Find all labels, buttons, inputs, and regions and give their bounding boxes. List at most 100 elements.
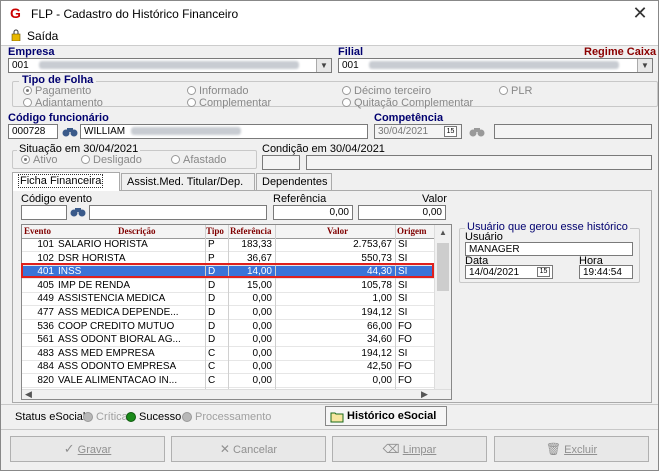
codigo-evento-input[interactable] [21, 205, 67, 220]
radio-quitacao-complementar[interactable]: Quitação Complementar [342, 97, 473, 109]
cell-descricao: SALARIO HORISTA [58, 239, 148, 250]
cell-evento: 477 [37, 307, 54, 318]
limpar-button[interactable]: ⌫ Limpar [332, 436, 487, 462]
radio-plr[interactable]: PLR [499, 85, 532, 97]
title-bar: G FLP - Cadastro do Histórico Financeiro… [1, 1, 658, 27]
col-descricao-header[interactable]: Descrição [118, 226, 155, 236]
radio-desligado[interactable]: Desligado [81, 154, 142, 166]
chevron-down-icon[interactable]: ▼ [316, 59, 331, 72]
condicao-code-field [262, 155, 300, 170]
col-evento-header[interactable]: Evento [24, 226, 51, 236]
radio-informado[interactable]: Informado [187, 85, 249, 97]
calendar-icon[interactable]: 15 [537, 267, 550, 277]
grid-horizontal-scrollbar[interactable]: ◀ ▶ [22, 389, 451, 399]
referencia-label: Referência [273, 193, 327, 205]
cell-tipo: C [208, 361, 216, 373]
window: G FLP - Cadastro do Histórico Financeiro… [0, 0, 659, 471]
radio-complementar[interactable]: Complementar [187, 97, 271, 109]
status-sucesso-icon [126, 412, 136, 422]
scroll-left-icon[interactable]: ◀ [25, 389, 32, 399]
gravar-button[interactable]: ✓ Gravar [10, 436, 165, 462]
cell-evento: 561 [37, 334, 54, 346]
cell-tipo: C [208, 375, 216, 386]
funcionario-label: Código funcionário [8, 112, 109, 124]
condicao-desc-field [306, 155, 652, 170]
chevron-down-icon[interactable]: ▼ [637, 59, 652, 72]
historico-esocial-button[interactable]: Histórico eSocial [325, 406, 447, 426]
cell-descricao: ASS MEDICA DEPENDE... [58, 307, 179, 318]
cell-descricao: IMP DE RENDA [58, 279, 131, 291]
radio-selected-icon [21, 155, 30, 164]
check-icon: ✓ [63, 441, 75, 456]
radio-icon [499, 86, 508, 95]
calendar-icon[interactable]: 15 [444, 126, 457, 137]
status-critica-label: Crítica [96, 411, 128, 423]
eraser-icon: ⌫ [382, 442, 400, 456]
grid-vertical-scrollbar[interactable]: ▲ [434, 225, 451, 389]
cancelar-button[interactable]: ✕ Cancelar [171, 436, 326, 462]
cell-referencia: 0,00 [252, 307, 272, 318]
cell-valor: 2.753,67 [353, 239, 392, 250]
radio-icon [342, 86, 351, 95]
cell-evento: 820 [37, 375, 54, 386]
radio-afastado[interactable]: Afastado [171, 154, 226, 166]
tipo-folha-group [12, 81, 658, 107]
funcionario-code-input[interactable]: 000728 [8, 124, 58, 139]
cell-valor: 194,12 [361, 347, 392, 359]
referencia-input[interactable]: 0,00 [273, 205, 353, 220]
regime-caixa-label: Regime Caixa [584, 46, 657, 58]
valor-input[interactable]: 0,00 [358, 205, 446, 220]
cell-evento: 483 [37, 347, 54, 359]
col-referencia-header[interactable]: Referência [230, 226, 271, 236]
scroll-up-icon[interactable]: ▲ [439, 228, 447, 237]
binoculars-icon[interactable] [61, 124, 79, 139]
col-tipo-header[interactable]: Tipo [206, 226, 224, 236]
scroll-thumb[interactable] [437, 243, 449, 291]
cell-origem: SI [398, 239, 408, 250]
cell-evento: 536 [37, 320, 54, 332]
menu-saida[interactable]: Saída [27, 29, 58, 43]
valor-label: Valor [422, 193, 447, 205]
folder-icon [330, 412, 344, 423]
radio-selected-icon [23, 86, 32, 95]
historico-esocial-label: Histórico eSocial [347, 410, 437, 422]
cell-tipo: D [208, 279, 216, 291]
radio-adiantamento[interactable]: Adiantamento [23, 97, 103, 109]
scroll-right-icon[interactable]: ▶ [421, 389, 428, 399]
highlight-box [21, 263, 434, 278]
cell-evento: 101 [37, 239, 54, 250]
cell-origem: FO [398, 320, 412, 332]
col-origem-header[interactable]: Origem [397, 226, 427, 236]
radio-decimo-terceiro[interactable]: Décimo terceiro [342, 85, 431, 97]
cancel-icon: ✕ [219, 442, 230, 456]
tab-dependentes[interactable]: Dependentes [256, 173, 332, 190]
cell-evento: 405 [37, 279, 54, 291]
radio-icon [187, 86, 196, 95]
binoculars-icon[interactable] [468, 124, 488, 139]
cell-descricao: VALE ALIMENTACAO IN... [58, 375, 178, 386]
status-critica-icon [83, 412, 93, 422]
filial-label: Filial [338, 46, 364, 58]
funcionario-name-field: WILLIAM [80, 124, 368, 139]
tab-ficha-financeira[interactable]: Ficha Financeira [12, 172, 120, 191]
cell-tipo: D [208, 307, 216, 318]
radio-ativo[interactable]: Ativo [21, 154, 57, 166]
cell-evento: 449 [37, 293, 54, 305]
empresa-combo[interactable]: 001 ▼ [8, 58, 332, 73]
status-sucesso-label: Sucesso [139, 411, 182, 423]
close-icon[interactable]: ✕ [630, 3, 650, 24]
tab-assist-med[interactable]: Assist.Med. Titular/Dep. [121, 173, 255, 190]
eventos-grid: Evento Descrição Tipo Referência Valor O… [21, 224, 452, 400]
filial-combo[interactable]: 001 ▼ [338, 58, 653, 73]
radio-pagamento[interactable]: Pagamento [23, 85, 91, 97]
cell-origem: SI [398, 347, 408, 359]
excluir-button[interactable]: 🗑 Excluir [494, 436, 649, 462]
binoculars-icon[interactable] [69, 204, 87, 219]
cell-valor: 42,50 [366, 361, 392, 373]
radio-icon [187, 98, 196, 107]
trash-icon: 🗑 [545, 442, 562, 456]
col-valor-header[interactable]: Valor [327, 226, 348, 236]
competencia-label: Competência [374, 112, 444, 124]
cell-referencia: 0,00 [252, 293, 272, 305]
cell-descricao: ASS ODONTO EMPRESA [58, 361, 177, 373]
